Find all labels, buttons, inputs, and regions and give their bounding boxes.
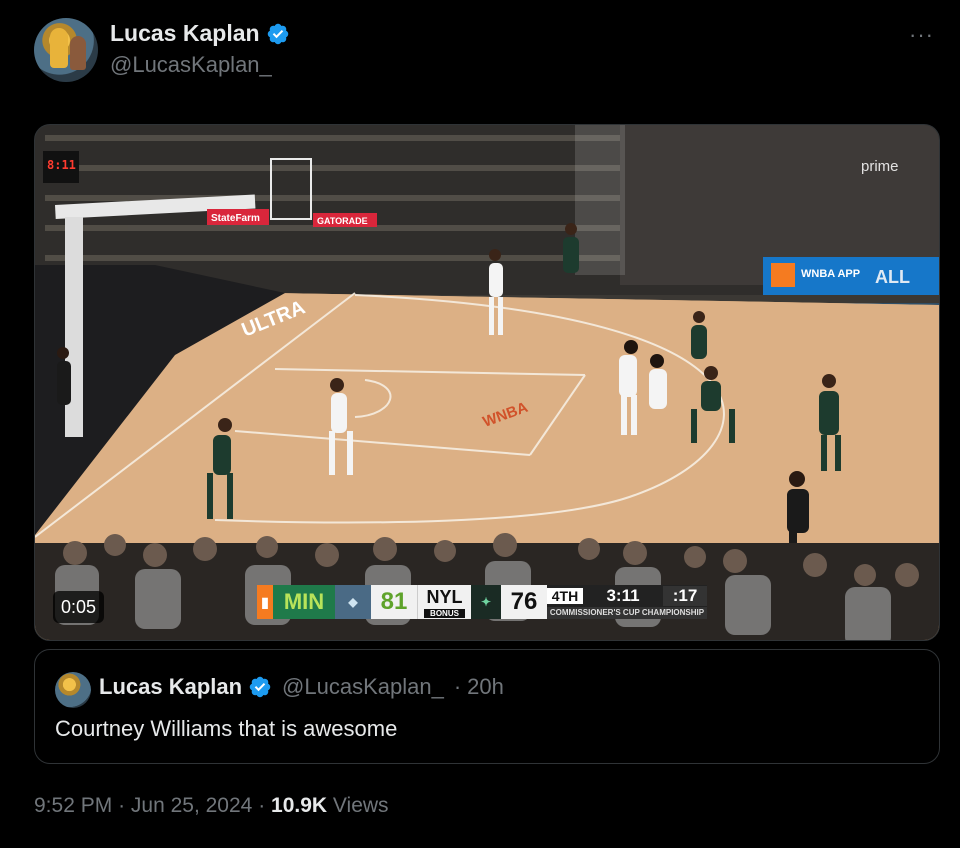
scorebug-team2-block: NYL BONUS — [417, 585, 471, 619]
scorebug: ▮ MIN ◆ 81 NYL BONUS ✦ 76 4TH 3:11 :17 C… — [257, 585, 707, 619]
gatorade-sign: GATORADE — [317, 216, 368, 226]
author-handle[interactable]: @LucasKaplan_ — [110, 52, 272, 78]
scorebug-clock: 4TH 3:11 :17 COMMISSIONER'S CUP CHAMPION… — [547, 585, 707, 619]
quoted-tweet-text: Courtney Williams that is awesome — [55, 716, 398, 741]
tweet-date[interactable]: Jun 25, 2024 — [131, 794, 252, 817]
wnba-logo-icon: ▮ — [257, 585, 273, 619]
statefarm-sign: StateFarm — [211, 213, 260, 224]
scorebug-team1: MIN — [273, 585, 335, 619]
meta-separator: · — [258, 794, 266, 817]
quoted-author-name: Lucas Kaplan — [99, 674, 243, 699]
shot-clock-display: 8:11 — [47, 158, 76, 172]
avatar-figure — [50, 28, 68, 68]
liberty-logo-icon: ✦ — [471, 585, 501, 619]
views-count: 10.9K — [271, 794, 328, 817]
scorebug-quarter: 4TH — [547, 588, 583, 604]
quoted-separator: · — [453, 674, 462, 699]
quoted-author-avatar — [55, 672, 91, 708]
scorebug-bonus: BONUS — [424, 608, 465, 618]
views-label: Views — [332, 794, 389, 817]
video-duration: 0:05 — [53, 591, 105, 623]
author-name-row: Lucas Kaplan — [110, 20, 290, 47]
quoted-author-handle: @LucasKaplan_ — [282, 674, 444, 699]
tweet-header: Lucas Kaplan @LucasKaplan_ ··· — [34, 18, 934, 84]
scorebug-game-clock: 3:11 — [606, 586, 640, 605]
board-all-text: ALL — [875, 267, 910, 287]
tweet-meta: 9:52 PM · Jun 25, 2024 · 10.9K Views — [34, 794, 389, 818]
author-avatar[interactable] — [34, 18, 98, 82]
scorebug-score1: 81 — [371, 585, 417, 619]
avatar-figure — [70, 36, 86, 70]
lynx-logo-icon: ◆ — [335, 585, 371, 619]
quoted-time-ago: 20h — [467, 674, 504, 699]
quoted-author-row: Lucas Kaplan @LucasKaplan_ · 20h — [99, 674, 504, 700]
tweet-time[interactable]: 9:52 PM — [34, 794, 112, 817]
scorebug-event: COMMISSIONER'S CUP CHAMPIONSHIP — [547, 607, 707, 619]
scorebug-team2: NYL — [426, 586, 463, 607]
verified-badge-icon[interactable] — [266, 22, 290, 46]
meta-separator: · — [118, 794, 126, 817]
wnba-app-board: WNBA APP — [801, 268, 860, 280]
scorebug-score2: 76 — [501, 585, 547, 619]
video-frame: prime WNBA APP ALL WNBA ULTRA StateFarm … — [35, 125, 939, 640]
video-player[interactable]: prime WNBA APP ALL WNBA ULTRA StateFarm … — [34, 124, 940, 641]
scorebug-shot-clock: :17 — [663, 586, 707, 606]
quoted-tweet[interactable]: Lucas Kaplan @LucasKaplan_ · 20h Courtne… — [34, 649, 940, 764]
author-display-name[interactable]: Lucas Kaplan — [110, 20, 260, 47]
more-options-icon[interactable]: ··· — [909, 22, 934, 48]
prime-logo: prime — [861, 158, 899, 175]
verified-badge-icon — [249, 676, 271, 698]
